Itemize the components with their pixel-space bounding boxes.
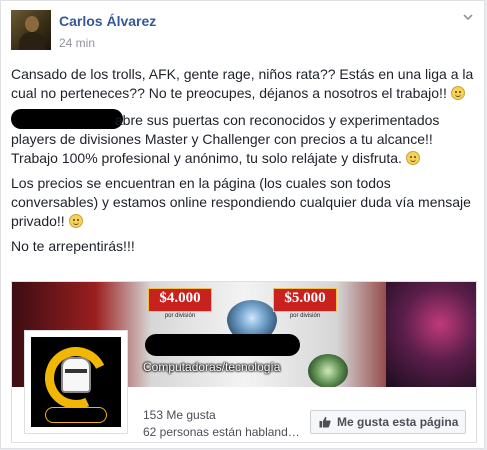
post-message: Cansado de los trolls, AFK, gente rage, … bbox=[11, 65, 476, 262]
author-avatar[interactable] bbox=[11, 10, 51, 50]
grin-emoji-icon bbox=[68, 214, 83, 228]
smile-emoji-icon bbox=[405, 151, 420, 165]
shared-page-card[interactable]: $4.000 por división $5.000 por división … bbox=[11, 281, 477, 443]
redacted-page-name bbox=[145, 334, 300, 356]
like-page-label: Me gusta esta página bbox=[337, 415, 459, 429]
price-caption: por división bbox=[164, 313, 196, 319]
thumbs-up-icon bbox=[319, 416, 331, 428]
price-value: $4.000 bbox=[159, 290, 201, 306]
post-paragraph-4: No te arrepentirás!!! bbox=[11, 238, 135, 254]
rank-emblem-image bbox=[308, 354, 348, 388]
post-paragraph-1: Cansado de los trolls, AFK, gente rage, … bbox=[11, 66, 474, 101]
page-category: Computadoras/tecnología bbox=[143, 360, 281, 374]
page-likes-count: 153 Me gusta bbox=[143, 408, 216, 422]
price-value: $5.000 bbox=[284, 290, 326, 306]
price-badge: $4.000 por división bbox=[148, 288, 212, 319]
post-timestamp[interactable]: 24 min bbox=[59, 36, 95, 50]
author-name[interactable]: Carlos Álvarez bbox=[59, 13, 156, 29]
price-caption: por división bbox=[289, 313, 321, 319]
price-badge: $5.000 por división bbox=[273, 288, 337, 319]
feed-post: Carlos Álvarez 24 min Cansado de los tro… bbox=[0, 0, 485, 449]
champion-art-image bbox=[386, 282, 476, 387]
page-talking-count: 62 personas están hablando de esto bbox=[143, 425, 303, 439]
chevron-down-icon[interactable] bbox=[462, 11, 474, 23]
smile-emoji-icon bbox=[450, 86, 465, 100]
page-logo bbox=[31, 337, 121, 427]
redacted-name bbox=[11, 109, 123, 129]
like-page-button[interactable]: Me gusta esta página bbox=[310, 410, 466, 434]
page-profile-picture[interactable] bbox=[24, 330, 128, 434]
